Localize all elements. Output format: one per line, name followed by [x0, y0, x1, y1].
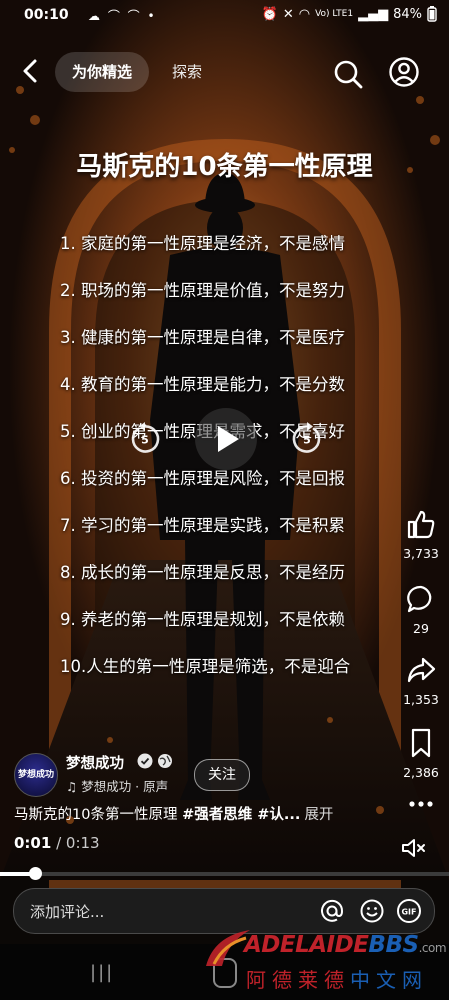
author-name[interactable]: 梦想成功 [66, 752, 124, 773]
share-action[interactable]: 1,353 [395, 654, 447, 707]
status-bar: 00:10 ☁ ⌒ ⌒ • ⏰ ✕ ◠ Vo) LTE1 ▂▄▆ 84% [0, 0, 449, 32]
video-title: 马斯克的10条第一性原理 [76, 152, 373, 182]
comment-placeholder: 添加评论... [30, 903, 105, 921]
svg-text:GIF: GIF [401, 908, 416, 917]
status-time: 00:10 [24, 7, 69, 23]
verified-icon [137, 753, 153, 769]
watermark-brand: ADELAIDEBBS.com [244, 932, 447, 958]
recent-apps-icon[interactable]: ||| [90, 962, 114, 983]
avatar[interactable]: 梦想成功 [14, 753, 58, 797]
like-count: 3,733 [403, 546, 439, 561]
like-action[interactable]: 3,733 [395, 508, 447, 561]
watermark-cn-blue: 中文网 [350, 968, 428, 992]
watermark-brand-red: ADELAIDE [244, 932, 369, 958]
wifi-icon: ◠ [298, 6, 311, 22]
back-arrow-icon[interactable] [16, 56, 46, 86]
comment-count: 29 [413, 621, 429, 636]
play-button[interactable] [195, 408, 257, 470]
rewind-5s-button[interactable]: 5 [125, 419, 165, 459]
duration: 0:13 [65, 834, 100, 852]
watermark-domain: .com [418, 941, 447, 955]
more-action[interactable] [395, 792, 447, 820]
list-item: 8. 成长的第一性原理是反思，不是经历 [60, 563, 345, 582]
profile-icon[interactable] [388, 56, 420, 88]
search-icon[interactable] [332, 58, 364, 90]
list-item: 7. 学习的第一性原理是实践，不是积累 [60, 516, 345, 535]
list-item: 2. 职场的第一性原理是价值，不是努力 [60, 281, 345, 300]
play-icon [218, 426, 239, 452]
tab-explore[interactable]: 探索 [172, 52, 202, 92]
forward-seconds: 5 [303, 434, 311, 447]
caption-text: 马斯克的10条第一性原理 [14, 807, 183, 823]
battery-text: 84% [393, 6, 422, 22]
list-item: 9. 养老的第一性原理是规划，不是依赖 [60, 610, 345, 629]
globe-icon [158, 754, 172, 768]
watermark-brand-blue: BBS [368, 932, 419, 958]
progress-handle[interactable] [28, 867, 42, 880]
notification-icons: ☁ ⌒ ⌒ • [88, 9, 157, 23]
thumbs-up-icon [407, 510, 435, 539]
rewind-seconds: 5 [141, 434, 149, 447]
share-icon [407, 657, 436, 683]
author-badges [137, 753, 173, 769]
list-item: 6. 投资的第一性原理是风险，不是回报 [60, 469, 345, 488]
mute-status-icon: ✕ [282, 6, 294, 22]
current-time: 0:01 [14, 834, 52, 852]
alarm-icon: ⏰ [261, 6, 278, 22]
list-item: 1. 家庭的第一性原理是经济，不是感情 [60, 234, 345, 253]
author-row: 梦想成功 梦想成功 ♫ 梦想成功 · 原声 关注 [0, 752, 449, 797]
sound-info[interactable]: ♫ 梦想成功 · 原声 [66, 776, 168, 795]
comment-icon [407, 585, 432, 613]
expand-caption-link[interactable]: 展开 [304, 807, 333, 823]
battery-icon [427, 6, 437, 22]
music-note-icon: ♫ [66, 779, 78, 794]
screen: 00:10 ☁ ⌒ ⌒ • ⏰ ✕ ◠ Vo) LTE1 ▂▄▆ 84% 为你精… [0, 0, 449, 1000]
signal-icon: ▂▄▆ [358, 6, 389, 22]
share-count: 1,353 [403, 692, 439, 707]
list-item: 10.人生的第一性原理是筛选，不是迎合 [60, 657, 351, 676]
follow-button[interactable]: 关注 [194, 759, 250, 791]
top-nav: 为你精选 探索 [0, 50, 449, 94]
progress-bar[interactable] [0, 867, 449, 880]
comment-action[interactable]: 29 [395, 583, 447, 636]
speaker-muted-icon[interactable] [400, 836, 428, 860]
sound-label: 梦想成功 · 原声 [81, 779, 169, 794]
list-item: 3. 健康的第一性原理是自律，不是医疗 [60, 328, 345, 347]
caption[interactable]: 马斯克的10条第一性原理 #强者思维 #认... 展开 [14, 803, 333, 824]
time-separator: / [51, 834, 66, 852]
watermark-chinese: 阿德莱德中文网 [246, 964, 428, 993]
status-right: ⏰ ✕ ◠ Vo) LTE1 ▂▄▆ 84% [262, 6, 437, 22]
network-label: Vo) LTE1 [315, 9, 354, 19]
playback-time: 0:01 / 0:13 [14, 834, 100, 852]
forward-5s-button[interactable]: 5 [287, 419, 327, 459]
tab-for-you[interactable]: 为你精选 [55, 52, 149, 92]
caption-hashtags[interactable]: #强者思维 #认... [182, 807, 300, 823]
watermark-cn-red: 阿德莱德 [246, 968, 350, 992]
site-watermark: ADELAIDEBBS.com 阿德莱德中文网 [200, 920, 449, 1000]
